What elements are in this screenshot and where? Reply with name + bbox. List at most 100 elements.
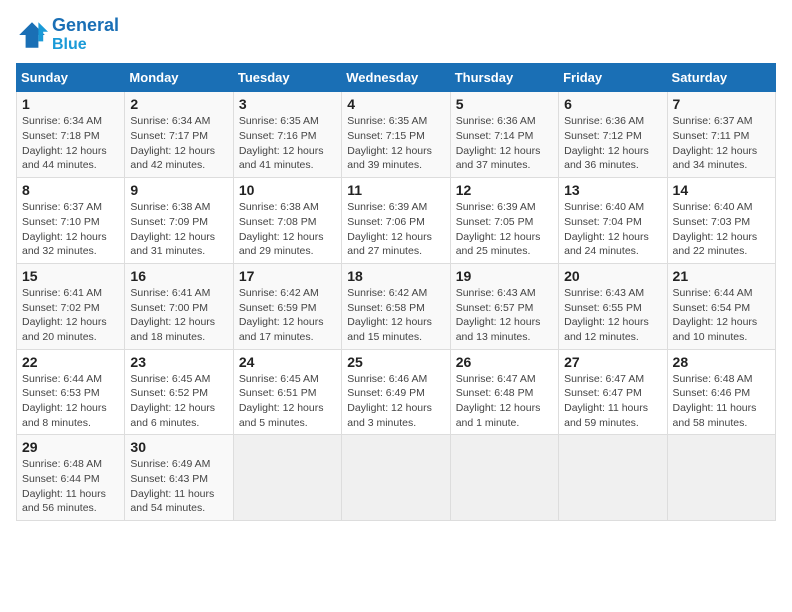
day-detail: Sunrise: 6:38 AM Sunset: 7:09 PM Dayligh… <box>130 200 227 259</box>
week-row-0: 1 Sunrise: 6:34 AM Sunset: 7:18 PM Daylig… <box>17 92 776 178</box>
calendar-cell: 27 Sunrise: 6:47 AM Sunset: 6:47 PM Dayli… <box>559 349 667 435</box>
calendar-cell <box>667 435 775 521</box>
day-detail: Sunrise: 6:38 AM Sunset: 7:08 PM Dayligh… <box>239 200 336 259</box>
day-detail: Sunrise: 6:34 AM Sunset: 7:18 PM Dayligh… <box>22 114 119 173</box>
day-detail: Sunrise: 6:46 AM Sunset: 6:49 PM Dayligh… <box>347 372 444 431</box>
day-detail: Sunrise: 6:35 AM Sunset: 7:16 PM Dayligh… <box>239 114 336 173</box>
calendar-cell: 25 Sunrise: 6:46 AM Sunset: 6:49 PM Dayli… <box>342 349 450 435</box>
day-detail: Sunrise: 6:41 AM Sunset: 7:00 PM Dayligh… <box>130 286 227 345</box>
day-detail: Sunrise: 6:40 AM Sunset: 7:03 PM Dayligh… <box>673 200 770 259</box>
calendar-cell: 1 Sunrise: 6:34 AM Sunset: 7:18 PM Daylig… <box>17 92 125 178</box>
header-sunday: Sunday <box>17 64 125 92</box>
day-number: 22 <box>22 354 119 370</box>
calendar-cell: 24Sunrise: 6:45 AM Sunset: 6:51 PM Dayli… <box>233 349 341 435</box>
calendar-cell: 2 Sunrise: 6:34 AM Sunset: 7:17 PM Daylig… <box>125 92 233 178</box>
day-number: 8 <box>22 182 119 198</box>
day-number: 6 <box>564 96 661 112</box>
day-number: 14 <box>673 182 770 198</box>
week-row-1: 8 Sunrise: 6:37 AM Sunset: 7:10 PM Daylig… <box>17 178 776 264</box>
day-detail: Sunrise: 6:42 AM Sunset: 6:59 PM Dayligh… <box>239 286 336 345</box>
day-number: 27 <box>564 354 661 370</box>
logo-text: General Blue <box>52 16 119 53</box>
day-detail: Sunrise: 6:47 AM Sunset: 6:47 PM Dayligh… <box>564 372 661 431</box>
calendar-cell <box>233 435 341 521</box>
day-number: 18 <box>347 268 444 284</box>
day-detail: Sunrise: 6:44 AM Sunset: 6:54 PM Dayligh… <box>673 286 770 345</box>
calendar-cell <box>559 435 667 521</box>
day-number: 25 <box>347 354 444 370</box>
day-number: 26 <box>456 354 553 370</box>
day-detail: Sunrise: 6:43 AM Sunset: 6:55 PM Dayligh… <box>564 286 661 345</box>
calendar-cell: 11 Sunrise: 6:39 AM Sunset: 7:06 PM Dayli… <box>342 178 450 264</box>
header-row: SundayMondayTuesdayWednesdayThursdayFrid… <box>17 64 776 92</box>
day-detail: Sunrise: 6:47 AM Sunset: 6:48 PM Dayligh… <box>456 372 553 431</box>
day-number: 24 <box>239 354 336 370</box>
day-number: 29 <box>22 439 119 455</box>
day-number: 15 <box>22 268 119 284</box>
day-detail: Sunrise: 6:35 AM Sunset: 7:15 PM Dayligh… <box>347 114 444 173</box>
day-number: 11 <box>347 182 444 198</box>
calendar-cell: 16 Sunrise: 6:41 AM Sunset: 7:00 PM Dayli… <box>125 263 233 349</box>
calendar-header: SundayMondayTuesdayWednesdayThursdayFrid… <box>17 64 776 92</box>
day-number: 23 <box>130 354 227 370</box>
day-detail: Sunrise: 6:45 AM Sunset: 6:52 PM Dayligh… <box>130 372 227 431</box>
logo: General Blue <box>16 16 119 53</box>
day-number: 9 <box>130 182 227 198</box>
week-row-2: 15 Sunrise: 6:41 AM Sunset: 7:02 PM Dayli… <box>17 263 776 349</box>
day-detail: Sunrise: 6:37 AM Sunset: 7:10 PM Dayligh… <box>22 200 119 259</box>
day-number: 30 <box>130 439 227 455</box>
calendar-cell: 15 Sunrise: 6:41 AM Sunset: 7:02 PM Dayli… <box>17 263 125 349</box>
calendar-body: 1 Sunrise: 6:34 AM Sunset: 7:18 PM Daylig… <box>17 92 776 521</box>
calendar-cell: 28 Sunrise: 6:48 AM Sunset: 6:46 PM Dayli… <box>667 349 775 435</box>
calendar-cell: 13 Sunrise: 6:40 AM Sunset: 7:04 PM Dayli… <box>559 178 667 264</box>
day-detail: Sunrise: 6:34 AM Sunset: 7:17 PM Dayligh… <box>130 114 227 173</box>
week-row-4: 29 Sunrise: 6:48 AM Sunset: 6:44 PM Dayli… <box>17 435 776 521</box>
day-number: 1 <box>22 96 119 112</box>
calendar-cell: 8 Sunrise: 6:37 AM Sunset: 7:10 PM Daylig… <box>17 178 125 264</box>
calendar-cell: 17Sunrise: 6:42 AM Sunset: 6:59 PM Dayli… <box>233 263 341 349</box>
day-number: 28 <box>673 354 770 370</box>
header-monday: Monday <box>125 64 233 92</box>
calendar-cell: 20Sunrise: 6:43 AM Sunset: 6:55 PM Dayli… <box>559 263 667 349</box>
day-number: 4 <box>347 96 444 112</box>
day-detail: Sunrise: 6:36 AM Sunset: 7:12 PM Dayligh… <box>564 114 661 173</box>
page-header: General Blue <box>16 16 776 53</box>
day-detail: Sunrise: 6:37 AM Sunset: 7:11 PM Dayligh… <box>673 114 770 173</box>
calendar-cell: 18 Sunrise: 6:42 AM Sunset: 6:58 PM Dayli… <box>342 263 450 349</box>
day-number: 10 <box>239 182 336 198</box>
calendar-cell: 4 Sunrise: 6:35 AM Sunset: 7:15 PM Daylig… <box>342 92 450 178</box>
calendar-cell: 23 Sunrise: 6:45 AM Sunset: 6:52 PM Dayli… <box>125 349 233 435</box>
day-detail: Sunrise: 6:48 AM Sunset: 6:44 PM Dayligh… <box>22 457 119 516</box>
day-detail: Sunrise: 6:41 AM Sunset: 7:02 PM Dayligh… <box>22 286 119 345</box>
day-number: 16 <box>130 268 227 284</box>
calendar-cell: 3 Sunrise: 6:35 AM Sunset: 7:16 PM Daylig… <box>233 92 341 178</box>
calendar-cell: 12Sunrise: 6:39 AM Sunset: 7:05 PM Dayli… <box>450 178 558 264</box>
header-saturday: Saturday <box>667 64 775 92</box>
calendar-cell: 9 Sunrise: 6:38 AM Sunset: 7:09 PM Daylig… <box>125 178 233 264</box>
header-tuesday: Tuesday <box>233 64 341 92</box>
week-row-3: 22 Sunrise: 6:44 AM Sunset: 6:53 PM Dayli… <box>17 349 776 435</box>
calendar-cell: 21 Sunrise: 6:44 AM Sunset: 6:54 PM Dayli… <box>667 263 775 349</box>
day-number: 19 <box>456 268 553 284</box>
calendar-table: SundayMondayTuesdayWednesdayThursdayFrid… <box>16 63 776 521</box>
calendar-cell: 6 Sunrise: 6:36 AM Sunset: 7:12 PM Daylig… <box>559 92 667 178</box>
day-detail: Sunrise: 6:48 AM Sunset: 6:46 PM Dayligh… <box>673 372 770 431</box>
calendar-cell <box>450 435 558 521</box>
header-wednesday: Wednesday <box>342 64 450 92</box>
day-number: 7 <box>673 96 770 112</box>
day-detail: Sunrise: 6:40 AM Sunset: 7:04 PM Dayligh… <box>564 200 661 259</box>
day-detail: Sunrise: 6:39 AM Sunset: 7:06 PM Dayligh… <box>347 200 444 259</box>
calendar-cell: 5Sunrise: 6:36 AM Sunset: 7:14 PM Daylig… <box>450 92 558 178</box>
day-detail: Sunrise: 6:44 AM Sunset: 6:53 PM Dayligh… <box>22 372 119 431</box>
day-number: 3 <box>239 96 336 112</box>
header-friday: Friday <box>559 64 667 92</box>
day-detail: Sunrise: 6:43 AM Sunset: 6:57 PM Dayligh… <box>456 286 553 345</box>
day-number: 5 <box>456 96 553 112</box>
day-number: 21 <box>673 268 770 284</box>
calendar-cell: 14 Sunrise: 6:40 AM Sunset: 7:03 PM Dayli… <box>667 178 775 264</box>
day-number: 13 <box>564 182 661 198</box>
calendar-cell: 19 Sunrise: 6:43 AM Sunset: 6:57 PM Dayli… <box>450 263 558 349</box>
calendar-cell: 26 Sunrise: 6:47 AM Sunset: 6:48 PM Dayli… <box>450 349 558 435</box>
day-number: 2 <box>130 96 227 112</box>
day-detail: Sunrise: 6:42 AM Sunset: 6:58 PM Dayligh… <box>347 286 444 345</box>
